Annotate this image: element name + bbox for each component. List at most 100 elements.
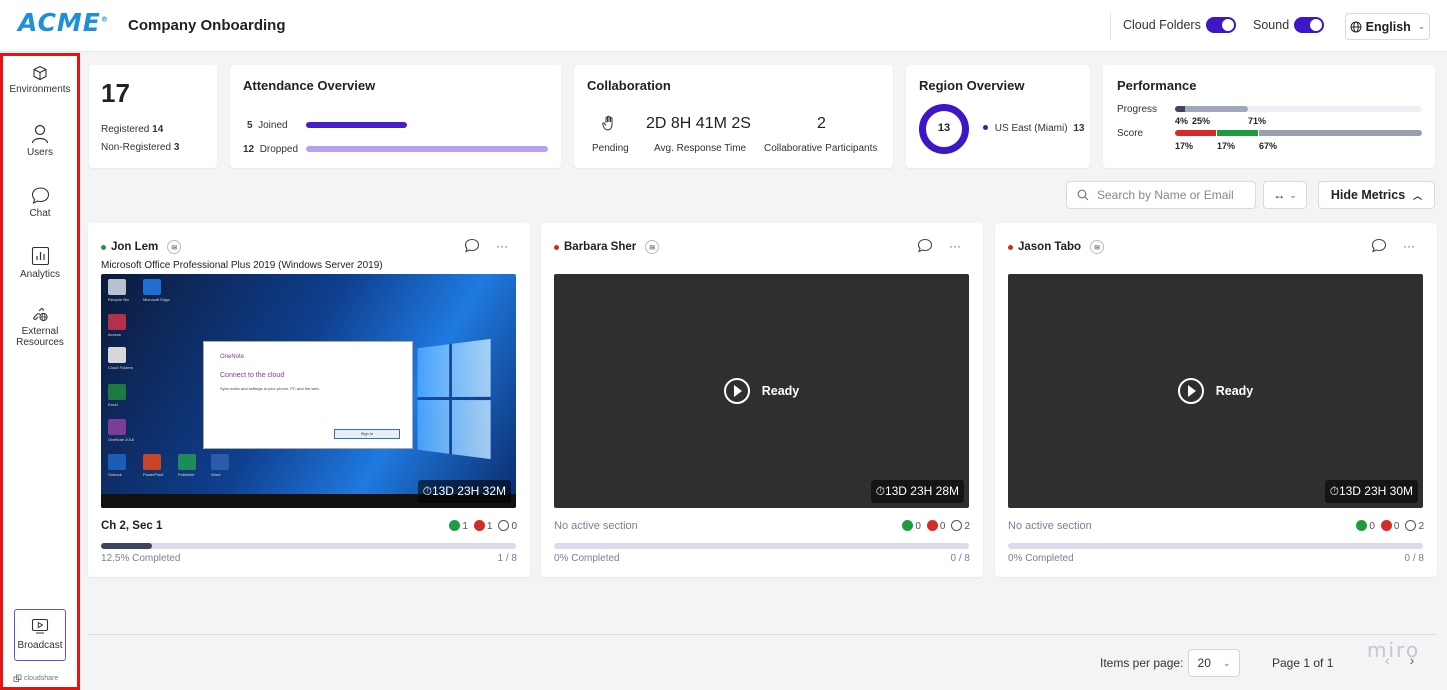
chat-bubble-icon [31,187,49,205]
session-timer: ⏱13D 23H 32M [417,480,511,503]
sidebar-item-label: Users [26,147,54,158]
dropped-bar [306,146,548,152]
region-total: 13 [937,122,951,134]
onenote-icon: OneNote 2016 [108,419,134,442]
raised-hand-icon [602,115,613,131]
cloudshare-logo: cloudshare [13,674,58,683]
progress-fill [101,543,152,549]
sidebar-item-external-resources[interactable]: External Resources [3,306,77,348]
layout-toggle-button[interactable]: ↔ ⌄ [1263,181,1307,209]
sidebar-item-label: Chat [29,208,51,219]
sidebar-item-label-line2: Resources [16,337,64,348]
dropped-row: 12 Dropped [243,144,298,155]
region-legend: US East (Miami) 13 [983,123,1084,134]
more-options-icon[interactable]: ··· [949,239,961,253]
word-icon: Word [211,454,229,477]
remote-desktop-screen[interactable]: Recycle Bin Microsoft Edge Access Cloud … [101,274,516,508]
remote-desktop-screen[interactable]: Ready ⏱13D 23H 30M [1008,274,1423,508]
check-circle-icon [449,520,461,531]
participants-label: Collaborative Participants [764,143,878,154]
prev-page-icon[interactable]: ‹ [1385,652,1390,668]
pending-circle-icon [951,520,963,531]
dialog-sign-in-button[interactable]: Sign In [334,429,400,439]
sound-toggle-group: Sound [1253,17,1325,33]
next-page-icon[interactable]: › [1410,652,1415,668]
chat-bubble-icon[interactable] [1371,238,1387,253]
clock-icon: ⏱ [1329,484,1339,498]
ready-indicator[interactable]: Ready [1008,378,1423,404]
sidebar-item-analytics[interactable]: Analytics [3,246,77,280]
registered-count: 14 [152,124,164,135]
more-options-icon[interactable]: ··· [1403,239,1415,253]
dropped-count: 12 [243,144,255,155]
cloud-folders-icon: Cloud Folders [108,347,133,370]
ready-indicator[interactable]: Ready [554,378,969,404]
sidebar-item-chat[interactable]: Chat [3,186,77,219]
ready-label: Ready [761,384,800,398]
pending-circle-icon [1405,520,1417,531]
top-bar: ACME® Company Onboarding Cloud Folders S… [0,0,1447,52]
score-segment-red [1175,130,1216,136]
cloud-folders-toggle[interactable] [1205,17,1236,33]
items-per-page-value: 20 [1197,656,1211,670]
broadcast-button[interactable]: Broadcast [14,609,66,661]
language-select[interactable]: English ⌄ [1345,13,1430,40]
chat-bubble-icon[interactable] [917,238,933,253]
pending-count: 0 [498,520,517,532]
sidebar-item-environments[interactable]: Environments [3,65,77,95]
remote-desktop-screen[interactable]: Ready ⏱13D 23H 28M [554,274,969,508]
sound-toggle[interactable] [1294,17,1325,33]
progress-track [554,543,969,549]
clock-icon: ⏱ [875,484,885,498]
items-per-page-select[interactable]: 20 ⌄ [1188,649,1240,677]
task-status-row: 0 0 2 [902,520,970,532]
wifi-icon: ≋ [1090,240,1105,254]
sidebar-item-users[interactable]: Users [3,124,77,158]
outlook-icon: Outlook [108,454,126,477]
chat-bubble-icon[interactable] [464,238,480,253]
session-timer: ⏱13D 23H 30M [1324,480,1418,503]
sidebar-item-label: Environments [9,84,71,95]
check-circle-icon [1356,520,1368,531]
user-name: Jon Lem [111,241,159,253]
user-name-row: Jason Tabo ≋ [1008,240,1105,254]
total-participants-card: 17 Registered 14 Non-Registered 3 [89,65,217,168]
recycle-bin-icon: Recycle Bin [108,279,129,302]
chevron-down-icon: ⌄ [1417,21,1426,31]
footer-divider [88,634,1437,635]
acme-logo: ACME® [18,8,109,37]
avg-response-label: Avg. Response Time [654,143,747,154]
pager: ‹ › [1385,652,1414,668]
progress-count: 0 / 8 [950,553,970,564]
pending-label: Pending [592,143,629,154]
performance-title: Performance [1117,78,1197,93]
broadcast-label: Broadcast [17,640,63,651]
region-legend-dot [983,125,988,130]
progress-value-3: 71% [1248,116,1267,126]
user-card[interactable]: Jason Tabo ≋ ··· Ready ⏱13D 23H 30M No a… [995,223,1437,577]
more-options-icon[interactable]: ··· [496,239,508,253]
progress-label: 0% Completed [1008,553,1074,564]
powerpoint-icon: PowerPoint [143,454,163,477]
sidebar-item-label: External [21,326,59,337]
user-card[interactable]: Barbara Sher ≋ ··· Ready ⏱13D 23H 28M No… [541,223,983,577]
region-count: 13 [1073,123,1085,134]
completed-count: 1 [449,520,468,532]
excel-icon: Excel [108,384,126,407]
task-status-row: 0 0 2 [1356,520,1424,532]
session-timer: ⏱13D 23H 28M [870,480,964,503]
check-circle-icon [902,520,914,531]
x-circle-icon [1380,520,1392,531]
user-card[interactable]: Jon Lem ≋ ··· Microsoft Office Professio… [88,223,530,577]
attendance-title: Attendance Overview [243,78,376,93]
score-label: Score [1117,128,1144,139]
hide-metrics-button[interactable]: Hide Metrics ︿ [1318,181,1435,209]
play-icon [723,378,750,404]
dialog-body: Sync notes and settings to your phone, P… [220,386,320,391]
x-circle-icon [473,520,485,531]
non-registered-count: 3 [173,142,180,153]
search-input[interactable]: Search by Name or Email [1066,181,1256,209]
joined-bar [306,122,407,128]
failed-count: 0 [1380,520,1399,532]
edge-icon: Microsoft Edge [143,279,170,302]
